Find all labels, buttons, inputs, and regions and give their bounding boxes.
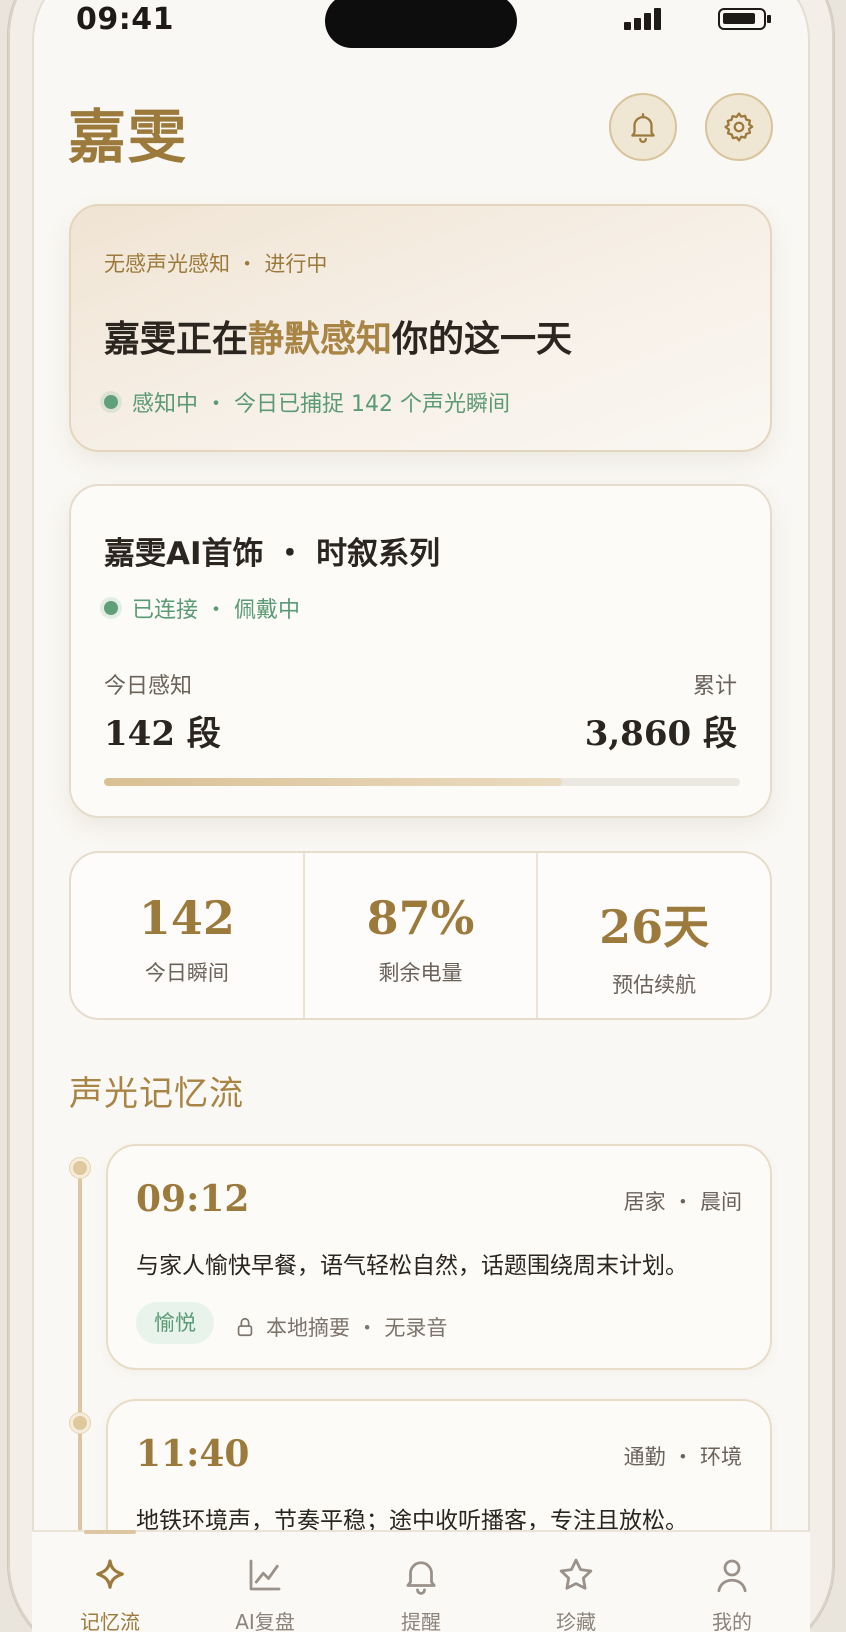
tab-memory-stream[interactable]: 记忆流 (50, 1554, 170, 1632)
metric-label: 今日瞬间 (144, 961, 229, 985)
tab-favorites[interactable]: 珍藏 (516, 1554, 636, 1632)
today-value: 142 段 (104, 714, 221, 754)
bell-icon (406, 1561, 436, 1595)
privacy-note: 本地摘要 ・ 无录音 (234, 1312, 447, 1342)
active-tab-indicator (84, 1530, 136, 1534)
notification-button[interactable] (609, 93, 677, 161)
metrics-card: 142 今日瞬间 87% 剩余电量 26天 预估续航 (69, 851, 772, 1020)
timeline-dot (70, 1158, 90, 1178)
device-title: 嘉雯AI首饰 ・ 时叙系列 (104, 536, 441, 572)
tab-label: 提醒 (401, 1610, 441, 1632)
battery-icon (718, 8, 771, 30)
hero-title: 嘉雯正在静默感知你的这一天 (104, 310, 572, 362)
metric-label: 预估续航 (612, 973, 697, 997)
hero-title-pre: 嘉雯正在 (104, 318, 249, 360)
metric-label: 剩余电量 (378, 961, 463, 985)
settings-button[interactable] (705, 93, 773, 161)
total-label: 累计 (692, 674, 737, 699)
entry-text: 与家人愉快早餐，语气轻松自然，话题围绕周末计划。 (136, 1253, 688, 1279)
memory-stream-title: 声光记忆流 (69, 1074, 244, 1114)
status-time: 09:41 (76, 2, 174, 37)
tab-ai-review[interactable]: AI复盘 (205, 1554, 325, 1632)
sensing-status-text: 感知中 ・ 今日已捕捉 142 个声光瞬间 (132, 392, 510, 417)
device-status: 已连接 ・ 佩戴中 (104, 592, 300, 624)
lock-icon (237, 1317, 253, 1337)
metric-battery: 87% 剩余电量 (302, 853, 537, 1018)
metric-endurance: 26天 预估续航 (536, 853, 770, 1018)
tab-profile[interactable]: 我的 (672, 1554, 792, 1632)
device-card[interactable]: 嘉雯AI首饰 ・ 时叙系列 已连接 ・ 佩戴中 今日感知 142 段 累计 3,… (69, 484, 772, 818)
sensing-hero-card: 无感声光感知 ・ 进行中 嘉雯正在静默感知你的这一天 感知中 ・ 今日已捕捉 1… (69, 204, 772, 452)
dynamic-island (325, 0, 517, 48)
entry-time: 11:40 (136, 1433, 250, 1475)
entry-meta: 居家 ・ 晨间 (623, 1190, 742, 1214)
entry-time: 09:12 (136, 1178, 250, 1220)
bottom-tab-bar: 记忆流 AI复盘 提醒 珍藏 我的 (32, 1530, 810, 1632)
metric-value: 142 (138, 891, 235, 945)
entry-meta: 通勤 ・ 环境 (623, 1445, 742, 1469)
tab-label: 珍藏 (556, 1610, 596, 1632)
hero-kicker: 无感声光感知 ・ 进行中 (104, 252, 328, 276)
sensing-progress-fill (104, 778, 562, 786)
memory-entry[interactable]: 09:12 居家 ・ 晨间 与家人愉快早餐，语气轻松自然，话题围绕周末计划。 愉… (106, 1144, 772, 1370)
star-icon (559, 1558, 593, 1590)
timeline-line (78, 1168, 82, 1538)
status-bar: 09:41 (0, 0, 846, 50)
privacy-text: 本地摘要 ・ 无录音 (266, 1316, 448, 1340)
hero-title-highlight: 静默感知 (248, 318, 393, 360)
person-icon (717, 1559, 747, 1593)
sensing-progress-bar (104, 778, 740, 786)
sparkle-icon (96, 1559, 124, 1589)
timeline-dot (70, 1413, 90, 1433)
sensing-status: 感知中 ・ 今日已捕捉 142 个声光瞬间 (104, 386, 510, 418)
brand-title: 嘉雯 (68, 103, 189, 171)
total-value: 3,860 段 (584, 714, 737, 754)
status-dot-icon (104, 395, 118, 409)
tab-reminders[interactable]: 提醒 (361, 1554, 481, 1632)
device-status-text: 已连接 ・ 佩戴中 (132, 598, 300, 623)
chart-icon (249, 1559, 281, 1591)
status-dot-icon (104, 601, 118, 615)
hero-title-post: 你的这一天 (392, 318, 573, 360)
metric-value: 87% (366, 891, 475, 945)
mood-tag: 愉悦 (136, 1302, 214, 1344)
gear-icon (724, 112, 754, 142)
tab-label: 记忆流 (80, 1610, 140, 1632)
today-label: 今日感知 (104, 674, 193, 699)
metric-value: 26天 (599, 900, 710, 954)
tab-label: 我的 (712, 1610, 752, 1632)
metric-moments: 142 今日瞬间 (71, 853, 303, 1018)
bell-icon (631, 113, 655, 143)
signal-icon (624, 8, 664, 30)
tab-label: AI复盘 (235, 1610, 295, 1632)
